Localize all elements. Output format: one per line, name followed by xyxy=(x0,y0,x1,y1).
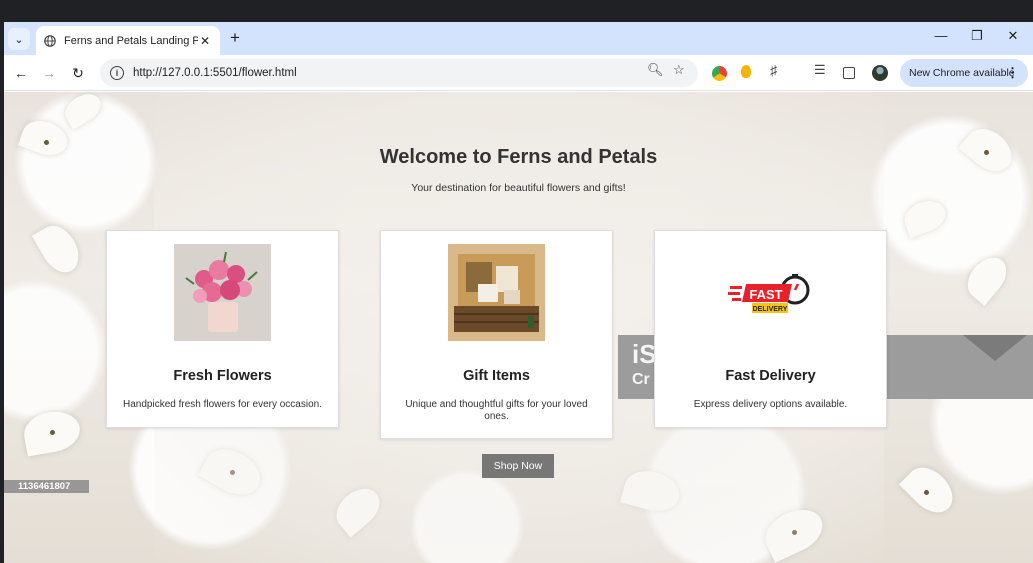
card-gift-items: Gift Items Unique and thoughtful gifts f… xyxy=(380,230,613,439)
watermark-text: iS xyxy=(632,339,657,369)
extension-bulb-icon[interactable] xyxy=(741,65,751,78)
url-text[interactable]: http://127.0.0.1:5501/flower.html xyxy=(133,67,698,79)
card-description: Unique and thoughtful gifts for your lov… xyxy=(405,399,588,422)
watermark-subtext: Cr xyxy=(632,371,650,388)
reload-icon[interactable]: ↻ xyxy=(69,64,87,82)
flower-center xyxy=(44,140,49,145)
info-icon[interactable]: i xyxy=(110,66,124,80)
minimize-icon[interactable]: — xyxy=(931,28,951,43)
watermark-id: 1136461807 xyxy=(4,480,89,493)
tab-strip: ⌄ Ferns and Petals Landing Page ✕ + — ❐ … xyxy=(4,22,1033,55)
tab-active[interactable]: Ferns and Petals Landing Page ✕ xyxy=(36,26,220,55)
card-description: Express delivery options available. xyxy=(693,399,848,410)
logo-sub-text: DELIVERY xyxy=(753,306,788,313)
flower-center xyxy=(50,430,55,435)
update-label: New Chrome available xyxy=(909,67,1015,79)
forward-arrow-icon[interactable]: → xyxy=(40,64,58,82)
card-fresh-flowers: Fresh Flowers Handpicked fresh flowers f… xyxy=(106,230,339,428)
shop-now-button[interactable]: Shop Now xyxy=(482,454,554,478)
flower-decoration xyxy=(898,458,962,522)
browser-toolbar: ← → ↻ i http://127.0.0.1:5501/flower.htm… xyxy=(4,55,1033,91)
flower-decoration xyxy=(31,218,87,280)
kebab-menu-icon[interactable]: ⋮ xyxy=(1006,65,1019,81)
plus-icon[interactable]: + xyxy=(230,29,240,47)
chevron-down-icon: ⌄ xyxy=(14,33,24,46)
address-bar[interactable]: i http://127.0.0.1:5501/flower.html xyxy=(100,59,698,87)
side-panel-icon[interactable] xyxy=(843,67,855,79)
flower-decoration xyxy=(60,92,106,130)
puzzle-icon[interactable]: ♯ xyxy=(770,62,777,78)
card-fast-delivery: FAST DELIVERY Fast Delivery Express deli… xyxy=(654,230,887,428)
card-title: Gift Items xyxy=(463,368,530,384)
logo-main-text: FAST xyxy=(749,287,782,302)
page-subtitle: Your destination for beautiful flowers a… xyxy=(411,182,626,194)
close-icon[interactable]: ✕ xyxy=(198,34,212,48)
star-icon[interactable]: ☆ xyxy=(673,62,685,78)
restore-icon[interactable]: ❐ xyxy=(967,28,987,44)
card-title: Fast Delivery xyxy=(725,368,816,384)
tab-title: Ferns and Petals Landing Page xyxy=(64,34,198,47)
page-viewport: iS Cr 1136461807 Welcome to Ferns and Pe… xyxy=(4,92,1033,563)
watermark-shape xyxy=(963,335,1027,361)
card-title: Fresh Flowers xyxy=(173,368,272,384)
flower-decoration xyxy=(959,250,1015,306)
chrome-update-button[interactable]: New Chrome available ⋮ xyxy=(900,59,1028,87)
flower-decoration xyxy=(900,195,950,239)
page-title: Welcome to Ferns and Petals xyxy=(379,146,658,168)
zoom-icon[interactable]: 🔍︎ xyxy=(647,62,664,78)
fast-delivery-logo: FAST DELIVERY xyxy=(728,274,810,313)
back-arrow-icon[interactable]: ← xyxy=(12,64,30,82)
avatar-icon[interactable] xyxy=(872,65,888,81)
tab-search-button[interactable]: ⌄ xyxy=(8,28,30,50)
globe-icon xyxy=(44,34,56,47)
extension-chromatic-icon[interactable] xyxy=(712,66,727,81)
browser-window: ⌄ Ferns and Petals Landing Page ✕ + — ❐ … xyxy=(4,22,1033,563)
media-control-icon[interactable]: ☰ xyxy=(814,62,826,78)
close-window-icon[interactable]: ✕ xyxy=(1003,28,1023,44)
gift-basket-image xyxy=(448,244,545,341)
card-description: Handpicked fresh flowers for every occas… xyxy=(123,399,322,410)
flower-center xyxy=(924,490,929,495)
flower-bouquet-image xyxy=(174,244,271,341)
